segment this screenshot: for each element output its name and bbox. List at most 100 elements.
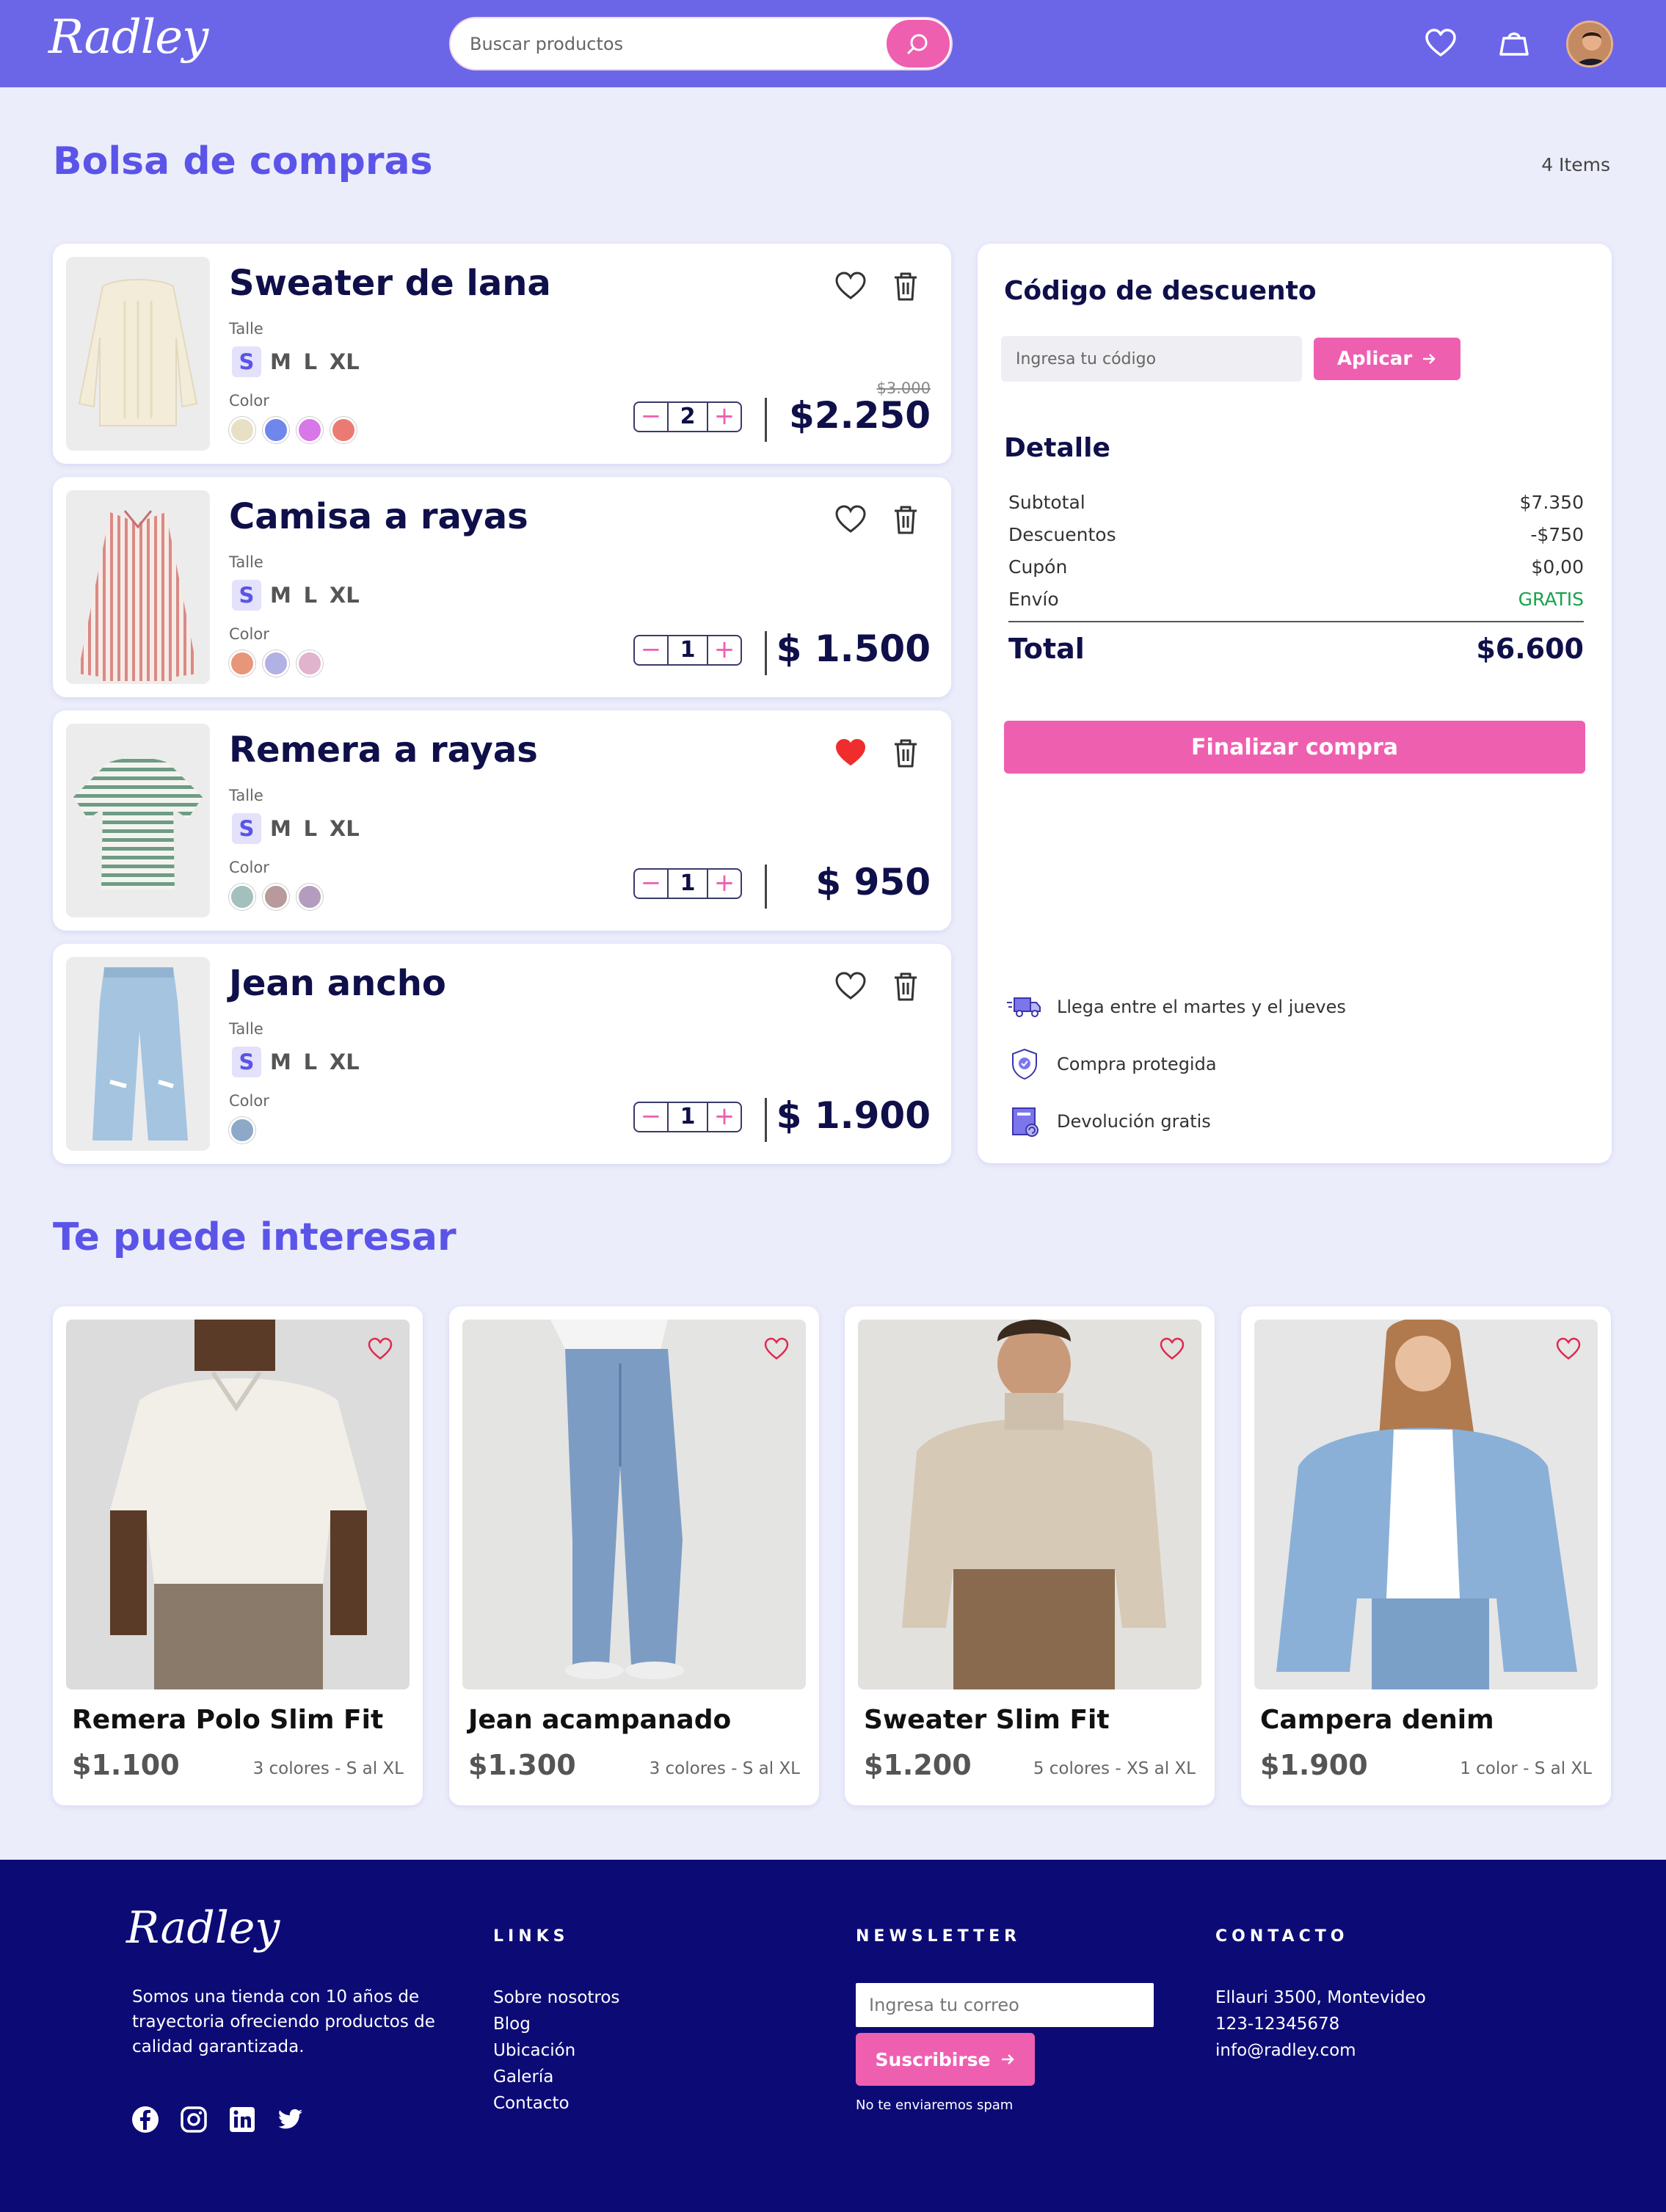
turtleneck-sweater-photo-icon xyxy=(858,1320,1201,1689)
size-option-l[interactable]: L xyxy=(300,346,321,377)
product-card[interactable]: Campera denim $1.900 1 color - S al XL xyxy=(1241,1306,1611,1805)
color-swatch[interactable] xyxy=(330,417,357,443)
size-option-m[interactable]: M xyxy=(270,813,291,844)
trash-icon[interactable] xyxy=(891,970,920,1003)
quantity-value[interactable]: 1 xyxy=(667,870,708,898)
facebook-icon[interactable] xyxy=(131,2105,160,2134)
size-option-xl[interactable]: XL xyxy=(330,580,360,611)
item-image[interactable] xyxy=(66,957,210,1151)
logo[interactable]: Radley xyxy=(48,10,208,65)
item-name[interactable]: Camisa a rayas xyxy=(229,496,528,537)
color-swatch[interactable] xyxy=(229,1117,255,1143)
item-image[interactable] xyxy=(66,490,210,684)
product-name[interactable]: Sweater Slim Fit xyxy=(864,1705,1110,1735)
color-swatch[interactable] xyxy=(263,417,289,443)
size-option-l[interactable]: L xyxy=(300,813,321,844)
color-swatch[interactable] xyxy=(263,650,289,677)
size-selector: S M L XL xyxy=(232,346,360,377)
size-option-s[interactable]: S xyxy=(232,346,261,377)
size-option-m[interactable]: M xyxy=(270,1047,291,1077)
wishlist-heart-icon[interactable] xyxy=(367,1336,393,1362)
size-option-xl[interactable]: XL xyxy=(330,346,360,377)
product-image[interactable] xyxy=(66,1320,410,1689)
decrement-button[interactable]: − xyxy=(635,870,667,898)
increment-button[interactable]: + xyxy=(708,1103,741,1131)
size-option-xl[interactable]: XL xyxy=(330,1047,360,1077)
size-option-l[interactable]: L xyxy=(300,580,321,611)
product-image[interactable] xyxy=(858,1320,1201,1689)
size-option-m[interactable]: M xyxy=(270,346,291,377)
size-option-xl[interactable]: XL xyxy=(330,813,360,844)
trash-icon[interactable] xyxy=(891,737,920,769)
item-name[interactable]: Jean ancho xyxy=(229,963,446,1004)
product-image[interactable] xyxy=(462,1320,806,1689)
color-swatch[interactable] xyxy=(263,884,289,910)
user-avatar[interactable] xyxy=(1566,21,1613,68)
heart-filled-icon[interactable] xyxy=(834,737,867,769)
item-image[interactable] xyxy=(66,257,210,451)
color-swatch[interactable] xyxy=(297,884,323,910)
trash-icon[interactable] xyxy=(891,503,920,536)
color-label: Color xyxy=(229,392,269,410)
quantity-value[interactable]: 1 xyxy=(667,1103,708,1131)
search-input[interactable] xyxy=(470,18,881,69)
search-button[interactable] xyxy=(887,20,950,68)
color-swatch[interactable] xyxy=(229,884,255,910)
quantity-value[interactable]: 2 xyxy=(667,403,708,431)
product-card[interactable]: Jean acampanado $1.300 3 colores - S al … xyxy=(449,1306,819,1805)
favorites-heart-icon[interactable] xyxy=(1424,26,1458,60)
product-name[interactable]: Jean acampanado xyxy=(468,1705,731,1735)
footer-link-about[interactable]: Sobre nosotros xyxy=(493,1984,619,2011)
footer-logo[interactable]: Radley xyxy=(126,1902,280,1954)
color-swatch[interactable] xyxy=(229,417,255,443)
product-name[interactable]: Remera Polo Slim Fit xyxy=(72,1705,383,1735)
size-option-s[interactable]: S xyxy=(232,580,261,611)
subscribe-button[interactable]: Suscribirse xyxy=(856,2033,1035,2086)
increment-button[interactable]: + xyxy=(708,636,741,664)
checkout-button[interactable]: Finalizar compra xyxy=(1004,721,1585,774)
footer-link-location[interactable]: Ubicación xyxy=(493,2037,619,2064)
item-name[interactable]: Remera a rayas xyxy=(229,730,538,771)
trash-icon[interactable] xyxy=(891,270,920,302)
wishlist-heart-icon[interactable] xyxy=(1555,1336,1582,1362)
size-option-s[interactable]: S xyxy=(232,1047,261,1077)
size-option-m[interactable]: M xyxy=(270,580,291,611)
color-swatch[interactable] xyxy=(229,650,255,677)
heart-icon[interactable] xyxy=(834,270,867,302)
product-name[interactable]: Campera denim xyxy=(1260,1705,1494,1735)
truck-icon xyxy=(1007,997,1041,1017)
color-swatch[interactable] xyxy=(297,650,323,677)
footer-link-blog[interactable]: Blog xyxy=(493,2011,619,2037)
wishlist-heart-icon[interactable] xyxy=(1159,1336,1185,1362)
heart-icon[interactable] xyxy=(834,503,867,536)
discount-code-input[interactable] xyxy=(1001,336,1302,382)
product-card[interactable]: Sweater Slim Fit $1.200 5 colores - XS a… xyxy=(845,1306,1215,1805)
linkedin-icon[interactable] xyxy=(228,2105,257,2134)
size-option-l[interactable]: L xyxy=(300,1047,321,1077)
footer-link-gallery[interactable]: Galería xyxy=(493,2064,619,2090)
increment-button[interactable]: + xyxy=(708,870,741,898)
benefit-return: Devolución gratis xyxy=(1005,1102,1211,1140)
wool-sweater-photo-icon xyxy=(66,257,210,451)
color-swatch[interactable] xyxy=(297,417,323,443)
item-name[interactable]: Sweater de lana xyxy=(229,263,551,304)
quantity-value[interactable]: 1 xyxy=(667,636,708,664)
footer-link-contact[interactable]: Contacto xyxy=(493,2090,619,2117)
newsletter-email-input[interactable] xyxy=(856,1983,1154,2027)
detail-row-shipping: Envío GRATIS xyxy=(1008,589,1584,610)
heart-icon[interactable] xyxy=(834,970,867,1003)
product-image[interactable] xyxy=(1254,1320,1598,1689)
wishlist-heart-icon[interactable] xyxy=(763,1336,790,1362)
apply-button[interactable]: Aplicar xyxy=(1314,338,1461,380)
shopping-bag-icon[interactable] xyxy=(1497,26,1531,60)
increment-button[interactable]: + xyxy=(708,403,741,431)
instagram-icon[interactable] xyxy=(179,2105,208,2134)
decrement-button[interactable]: − xyxy=(635,403,667,431)
decrement-button[interactable]: − xyxy=(635,1103,667,1131)
twitter-icon[interactable] xyxy=(276,2105,305,2134)
contact-email[interactable]: info@radley.com xyxy=(1215,2037,1426,2064)
size-option-s[interactable]: S xyxy=(232,813,261,844)
decrement-button[interactable]: − xyxy=(635,636,667,664)
item-image[interactable] xyxy=(66,724,210,917)
product-card[interactable]: Remera Polo Slim Fit $1.100 3 colores - … xyxy=(53,1306,423,1805)
